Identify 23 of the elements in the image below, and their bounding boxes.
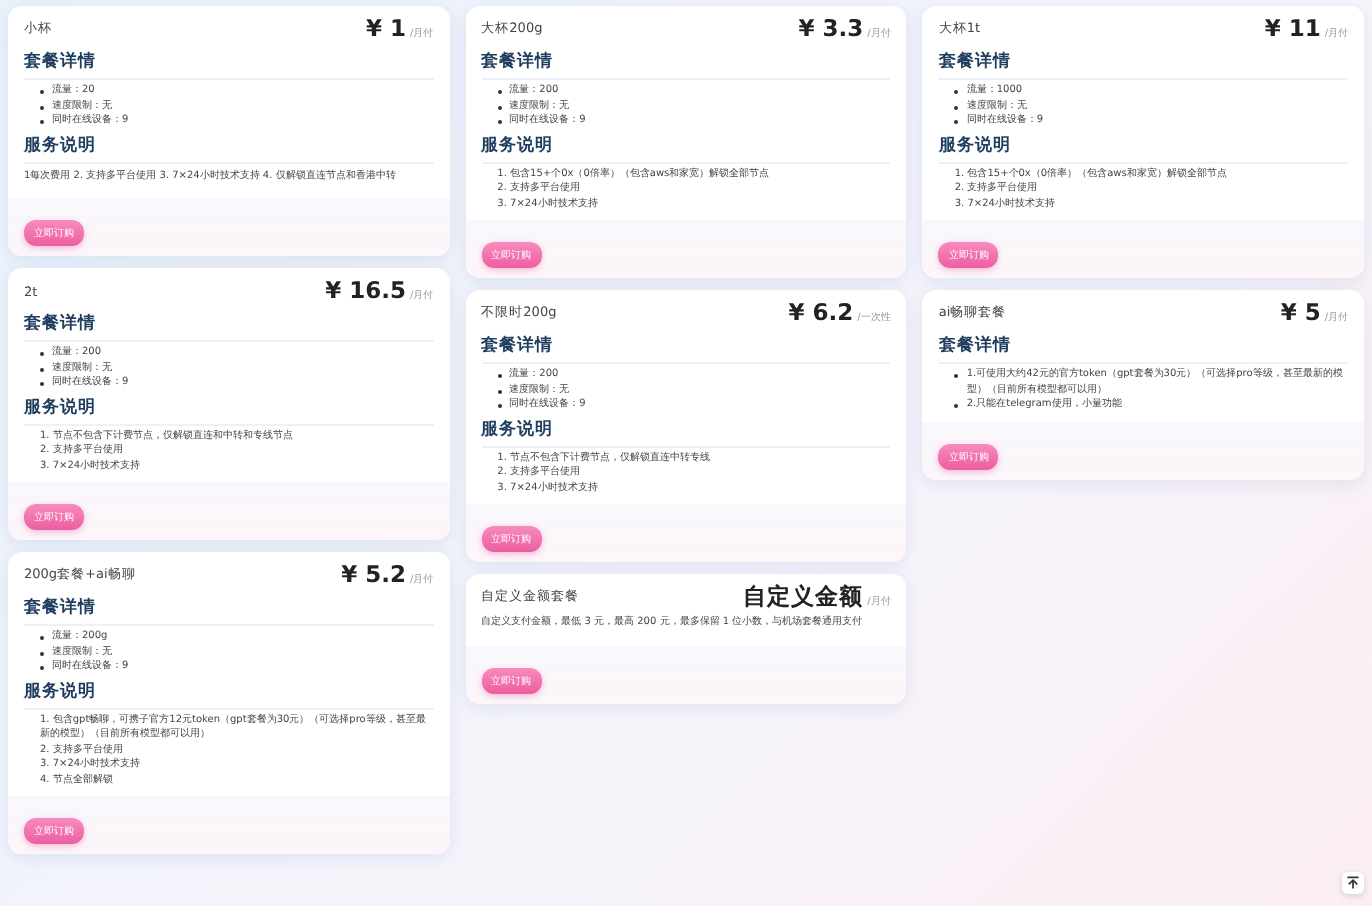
plan-price: ¥ 11 [1264, 16, 1321, 42]
plan-price: 自定义金额 [743, 584, 864, 610]
section-heading: 服务说明 [481, 129, 891, 163]
section-heading: 服务说明 [24, 391, 434, 425]
section-heading: 套餐详情 [481, 330, 891, 364]
arrow-up-icon [1346, 876, 1360, 890]
section-heading: 套餐详情 [24, 592, 434, 626]
plan-price: ¥ 5 [1280, 300, 1321, 326]
plan-price: ¥ 1 [365, 16, 406, 42]
section-heading: 服务说明 [938, 129, 1349, 163]
section-heading: 套餐详情 [938, 330, 1349, 364]
section-heading: 套餐详情 [24, 308, 434, 342]
section-heading: 套餐详情 [938, 46, 1349, 80]
back-to-top-button[interactable] [1342, 872, 1364, 894]
plan-price: ¥ 5.2 [341, 562, 406, 588]
section-heading: 服务说明 [481, 413, 891, 447]
section-heading: 套餐详情 [24, 46, 434, 80]
plan-price: ¥ 6.2 [788, 300, 854, 326]
plan-price: ¥ 3.3 [798, 16, 864, 42]
section-heading: 服务说明 [24, 129, 434, 163]
section-heading: 套餐详情 [481, 46, 891, 80]
section-heading: 服务说明 [24, 675, 434, 709]
plan-price: ¥ 16.5 [325, 278, 406, 304]
